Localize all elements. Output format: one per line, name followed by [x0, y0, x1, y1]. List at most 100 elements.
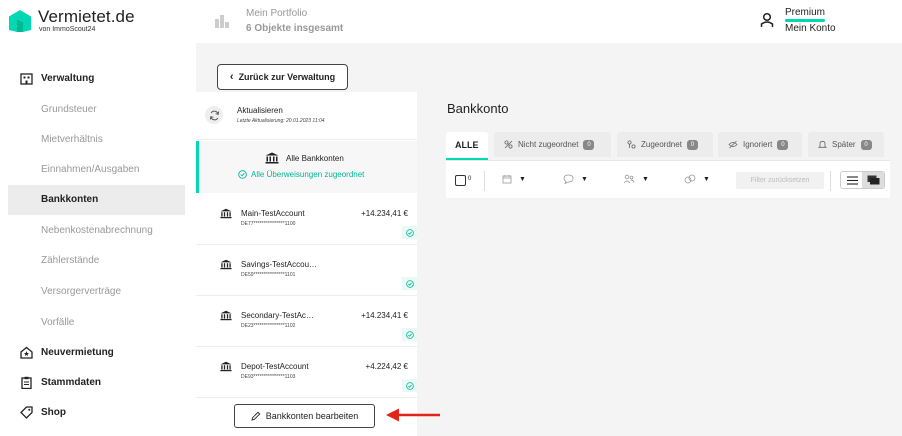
sidebar-item-label: Bankkonten: [41, 194, 99, 205]
sidebar-item-einnahmen-ausgaben[interactable]: Einnahmen/Ausgaben: [41, 164, 139, 175]
check-circle-icon: [402, 226, 417, 239]
my-account-link[interactable]: Mein Konto: [785, 23, 836, 34]
tab-unassigned[interactable]: Nicht zugeordnet 0: [494, 132, 611, 157]
sidebar-item-bankkonten[interactable]: Bankkonten: [8, 185, 185, 215]
tab-label: ALLE: [455, 139, 479, 150]
divider: [484, 171, 485, 191]
refresh-row[interactable]: Aktualisieren Letzte Aktualisierung: 20.…: [196, 92, 417, 140]
sidebar-section-shop[interactable]: Shop: [20, 403, 66, 421]
bank-account-item[interactable]: Depot-TestAccount DE93****************11…: [196, 347, 417, 398]
account-iban: DE23****************1102: [241, 323, 296, 329]
bank-icon: [220, 208, 232, 219]
account-name: Savings-TestAccou…: [241, 260, 318, 269]
edit-bank-accounts-button[interactable]: Bankkonten bearbeiten: [234, 404, 375, 428]
tenant-filter-dropdown[interactable]: ▼: [623, 174, 649, 184]
user-icon[interactable]: [760, 12, 774, 28]
tab-label: Zugeordnet: [641, 140, 682, 149]
comment-filter-dropdown[interactable]: ▼: [563, 174, 588, 184]
sidebar-item-versorgervertraege[interactable]: Versorgerverträge: [41, 286, 121, 297]
tab-ignored[interactable]: Ignoriert 0: [718, 132, 802, 157]
all-accounts-item[interactable]: Alle Bankkonten Alle Überweisungen zugeo…: [196, 141, 417, 193]
tab-count-badge: 0: [686, 139, 698, 150]
eye-off-icon: [728, 140, 738, 149]
select-all-checkbox[interactable]: [455, 175, 466, 186]
check-circle-icon: [238, 170, 247, 179]
tab-count-badge: 0: [860, 139, 872, 150]
tab-label: Nicht zugeordnet: [518, 140, 579, 149]
sidebar-section-label: Neuvermietung: [41, 346, 114, 358]
card-view-button[interactable]: [862, 172, 884, 188]
tab-all[interactable]: ALLE: [446, 132, 488, 160]
bell-icon: [818, 140, 827, 148]
tab-label: Ignoriert: [743, 140, 773, 149]
sidebar-section-label: Verwaltung: [41, 72, 95, 84]
sidebar-section-label: Shop: [41, 406, 66, 418]
caret-down-icon: ▼: [519, 175, 526, 183]
sidebar-item-mietverhaeltnis[interactable]: Mietverhältnis: [41, 134, 103, 145]
caret-down-icon: ▼: [703, 175, 710, 183]
sidebar-section-label: Stammdaten: [41, 376, 102, 388]
sidebar-section-verwaltung[interactable]: Verwaltung: [20, 69, 94, 87]
list-view-button[interactable]: [844, 174, 860, 186]
view-toggle: [840, 171, 885, 189]
sidebar-item-grundsteuer[interactable]: Grundsteuer: [41, 104, 97, 115]
last-refresh-timestamp: Letzte Aktualisierung: 20.01.2023 11:04: [237, 118, 325, 124]
bank-account-item[interactable]: Savings-TestAccou… DE59****************1…: [196, 245, 417, 296]
bank-icon: [220, 310, 232, 321]
list-icon: [846, 175, 858, 185]
unassigned-icon: [504, 140, 513, 149]
all-accounts-label: Alle Bankkonten: [286, 153, 344, 163]
tab-later[interactable]: Später 0: [808, 132, 884, 157]
date-filter-dropdown[interactable]: ▼: [502, 174, 526, 184]
bank-icon: [265, 152, 279, 164]
tab-assigned[interactable]: Zugeordnet 0: [617, 132, 713, 157]
account-iban: DE77****************1100: [241, 221, 296, 227]
back-button-label: Zurück zur Verwaltung: [238, 72, 336, 82]
bank-account-item[interactable]: Main-TestAccount DE77****************110…: [196, 194, 417, 245]
account-balance: +4.224,42 €: [365, 362, 408, 371]
refresh-title: Aktualisieren: [237, 106, 283, 115]
sidebar-item-vorfaelle[interactable]: Vorfälle: [41, 317, 74, 328]
assigned-icon: [627, 140, 636, 149]
bank-accounts-list: Aktualisieren Letzte Aktualisierung: 20.…: [196, 92, 417, 436]
portfolio-count: 6 Objekte insgesamt: [246, 23, 344, 34]
check-circle-icon: [402, 277, 417, 290]
panel-title: Bankkonto: [447, 101, 509, 116]
comment-icon: [563, 174, 574, 184]
logo-title[interactable]: Vermietet.de: [38, 7, 135, 27]
sidebar-section-neuvermietung[interactable]: Neuvermietung: [20, 343, 114, 361]
coins-icon: [684, 174, 696, 184]
all-assigned-status: Alle Überweisungen zugeordnet: [251, 170, 365, 179]
top-header: Vermietet.de von ImmoScout24 Mein Portfo…: [0, 0, 902, 43]
sidebar: Verwaltung Grundsteuer Mietverhältnis Ei…: [0, 43, 196, 436]
calendar-icon: [502, 175, 512, 184]
account-name: Depot-TestAccount: [241, 362, 309, 371]
tab-count-badge: 0: [777, 139, 789, 150]
caret-down-icon: ▼: [581, 175, 588, 183]
bank-account-item[interactable]: Secondary-TestAc… DE23****************11…: [196, 296, 417, 347]
reset-filter-button[interactable]: Filter zurücksetzen: [736, 172, 824, 189]
bank-icon: [220, 361, 232, 372]
sidebar-section-stammdaten[interactable]: Stammdaten: [20, 373, 101, 391]
divider: [830, 171, 831, 191]
sidebar-item-nebenkostenabrechnung[interactable]: Nebenkostenabrechnung: [41, 225, 153, 236]
building-icon: [20, 72, 33, 85]
back-to-management-button[interactable]: ‹ Zurück zur Verwaltung: [217, 64, 348, 90]
portfolio-title[interactable]: Mein Portfolio: [246, 8, 307, 19]
premium-label[interactable]: Premium: [785, 7, 825, 18]
filter-bar: 0 ▼ ▼ ▼ ▼ Filter zurücksetzen: [446, 160, 890, 198]
account-balance: +14.234,41 €: [361, 311, 408, 320]
caret-down-icon: ▼: [642, 175, 649, 183]
users-icon: [623, 174, 635, 184]
edit-button-label: Bankkonten bearbeiten: [265, 411, 359, 421]
sidebar-item-zaehlerstaende[interactable]: Zählerstände: [41, 255, 99, 266]
logo-subtitle: von ImmoScout24: [39, 26, 96, 33]
cards-icon: [867, 175, 879, 185]
amount-filter-dropdown[interactable]: ▼: [684, 174, 710, 184]
red-arrow-annotation: [386, 408, 440, 422]
selected-count: 0: [468, 176, 472, 182]
refresh-icon[interactable]: [205, 106, 223, 124]
chevron-left-icon: ‹: [229, 71, 234, 83]
vermietet-logo-icon[interactable]: [8, 9, 32, 33]
account-iban: DE93****************1103: [241, 374, 296, 380]
